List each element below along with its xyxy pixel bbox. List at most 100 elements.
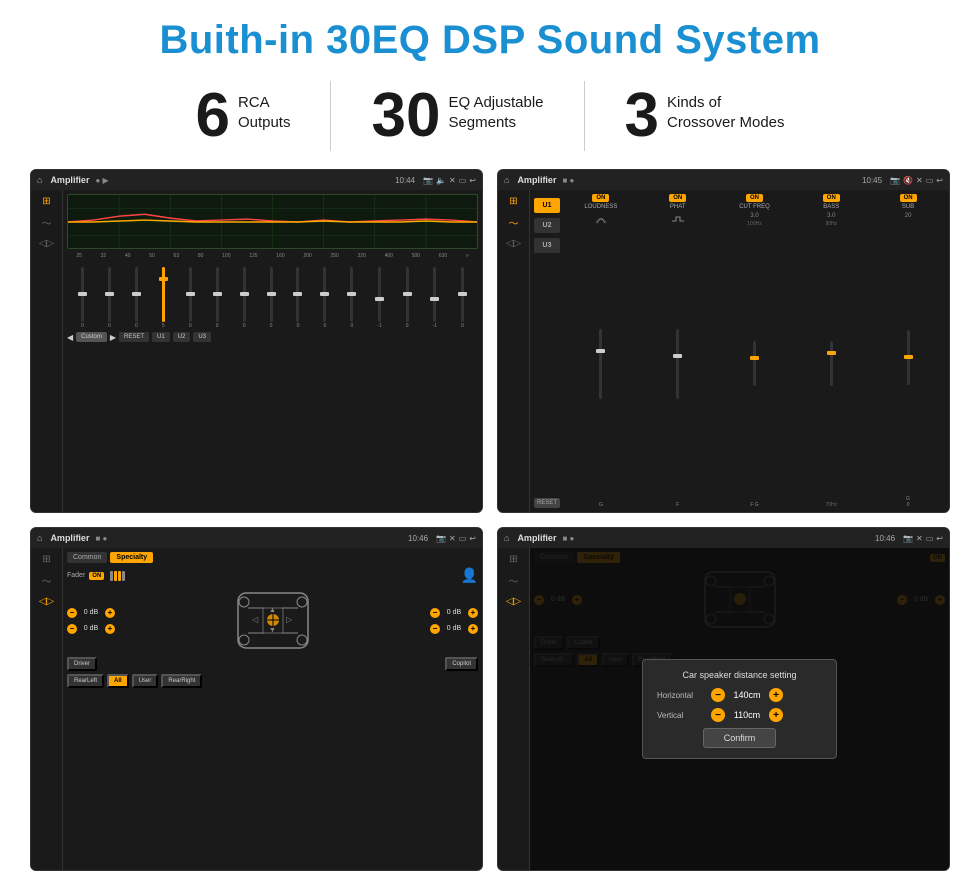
eq-slider-14[interactable]: -1	[433, 267, 437, 329]
all-btn[interactable]: All	[107, 674, 129, 688]
crossover-content-area: U1 U2 U3 RESET ON LOUDNES	[530, 190, 949, 512]
horizontal-plus-btn[interactable]: +	[769, 688, 783, 702]
preset-u3[interactable]: U3	[534, 238, 560, 253]
vol-icon-3: ✕	[449, 534, 456, 543]
eq-slider-5[interactable]: 0	[189, 267, 192, 329]
vol-rr-minus[interactable]: −	[430, 624, 440, 634]
channel-loudness: ON LOUDNESS G	[564, 194, 638, 508]
eq-slider-7[interactable]: 0	[243, 267, 246, 329]
eq-slider-12[interactable]: -1	[377, 267, 381, 329]
prev-icon[interactable]: ◀	[67, 333, 73, 342]
eq-wave-icon: 〜	[42, 215, 52, 230]
phat-on[interactable]: ON	[669, 194, 686, 202]
distance-sidebar: ⊞ 〜 ◁▷	[498, 548, 530, 870]
vol-rear-right: − 0 dB +	[430, 624, 478, 634]
vertical-minus-btn[interactable]: −	[711, 708, 725, 722]
loudness-label: LOUDNESS	[584, 204, 617, 210]
vol-fr-value: 0 dB	[442, 609, 466, 616]
bass-on[interactable]: ON	[823, 194, 840, 202]
screen-distance-time: 10:46	[875, 534, 895, 543]
eq-slider-11[interactable]: 0	[350, 267, 353, 329]
phat-slider[interactable]	[676, 329, 679, 399]
eq-slider-3[interactable]: 0	[135, 267, 138, 329]
camera-icon-4: 📷	[903, 534, 913, 543]
sub-slider[interactable]	[907, 330, 910, 385]
user-btn[interactable]: User	[132, 674, 159, 688]
home-icon: ⌂	[37, 175, 42, 185]
topbar-icons-2: 📷 🔇 ✕ ▭ ↩	[890, 176, 943, 185]
stat-rca-number: 6	[195, 85, 229, 147]
vol-fr-plus[interactable]: +	[468, 608, 478, 618]
vol-fl-minus[interactable]: −	[67, 608, 77, 618]
loudness-on[interactable]: ON	[592, 194, 609, 202]
window-icon-3: ▭	[459, 534, 467, 543]
bass-slider[interactable]	[830, 341, 833, 386]
cutfreq-slider[interactable]	[753, 341, 756, 386]
sub-on[interactable]: ON	[900, 194, 917, 202]
filter-icon-3: ⊞	[42, 554, 50, 565]
vertical-plus-btn[interactable]: +	[769, 708, 783, 722]
u3-btn[interactable]: U3	[193, 332, 211, 342]
reset-btn[interactable]: RESET	[119, 332, 149, 342]
rearleft-btn[interactable]: RearLeft	[67, 674, 104, 688]
eq-sidebar: ⊞ 〜 ◁▷	[31, 190, 63, 512]
horizontal-label: Horizontal	[657, 691, 707, 700]
vol-fr-minus[interactable]: −	[430, 608, 440, 618]
vol-fl-plus[interactable]: +	[105, 608, 115, 618]
eq-slider-1[interactable]: 0	[81, 267, 84, 329]
eq-slider-8[interactable]: 0	[270, 267, 273, 329]
stat-rca-label: RCA Outputs	[238, 85, 291, 132]
vol-rl-minus[interactable]: −	[67, 624, 77, 634]
preset-u1[interactable]: U1	[534, 198, 560, 213]
preset-u2[interactable]: U2	[534, 218, 560, 233]
u1-btn[interactable]: U1	[152, 332, 170, 342]
vol-rr-plus[interactable]: +	[468, 624, 478, 634]
confirm-button[interactable]: Confirm	[703, 728, 777, 748]
speaker-btns-row1: Driver Copilot	[67, 657, 478, 671]
custom-btn[interactable]: Custom	[76, 332, 107, 342]
fader-bar-2	[114, 571, 117, 581]
eq-slider-4[interactable]: 5	[162, 267, 165, 329]
back-icon: ↩	[469, 176, 476, 185]
stat-eq: 30 EQ Adjustable Segments	[331, 85, 583, 147]
eq-slider-2[interactable]: 0	[108, 267, 111, 329]
car-diagram: ◁ ▷ ▲ ▼	[228, 588, 318, 653]
cutfreq-on[interactable]: ON	[746, 194, 763, 202]
eq-slider-10[interactable]: 0	[323, 267, 326, 329]
eq-slider-13[interactable]: 0	[406, 267, 409, 329]
driver-btn[interactable]: Driver	[67, 657, 97, 671]
profile-icon[interactable]: 👤	[461, 567, 478, 584]
close-icon-2: ✕	[916, 176, 923, 185]
stat-crossover-number: 3	[625, 85, 659, 147]
camera-icon-2: 📷	[890, 176, 900, 185]
home-icon-3: ⌂	[37, 533, 42, 543]
window-icon: ▭	[459, 176, 467, 185]
close-icon: ✕	[449, 176, 456, 185]
volume-icon: 🔈	[436, 176, 446, 185]
tab-common[interactable]: Common	[67, 552, 107, 563]
fader-bar-1	[110, 571, 113, 581]
eq-bottom-bar: ◀ Custom ▶ RESET U1 U2 U3	[67, 332, 478, 342]
fader-on-badge: ON	[89, 572, 104, 580]
eq-slider-9[interactable]: 0	[296, 267, 299, 329]
eq-slider-6[interactable]: 0	[216, 267, 219, 329]
vol-rl-plus[interactable]: +	[105, 624, 115, 634]
phat-label: PHAT	[670, 204, 686, 210]
svg-text:▲: ▲	[269, 607, 276, 614]
loudness-slider[interactable]	[599, 329, 602, 399]
fader-label: Fader	[67, 572, 85, 579]
vol-fl-value: 0 dB	[79, 609, 103, 616]
eq-slider-15[interactable]: 0	[461, 267, 464, 329]
speaker-icon: ◁▷	[506, 238, 521, 249]
rearright-btn[interactable]: RearRight	[161, 674, 202, 688]
copilot-btn[interactable]: Copilot	[445, 657, 478, 671]
reset-crossover-btn[interactable]: RESET	[534, 498, 560, 508]
u2-btn[interactable]: U2	[173, 332, 191, 342]
horizontal-minus-btn[interactable]: −	[711, 688, 725, 702]
speaker-sidebar: ⊞ 〜 ◁▷	[31, 548, 63, 870]
status-dots-3: ■ ●	[95, 534, 107, 543]
crossover-sidebar: ⊞ 〜 ◁▷	[498, 190, 530, 512]
status-dots: ● ▶	[95, 176, 108, 185]
next-icon[interactable]: ▶	[110, 333, 116, 342]
tab-specialty[interactable]: Specialty	[110, 552, 153, 563]
